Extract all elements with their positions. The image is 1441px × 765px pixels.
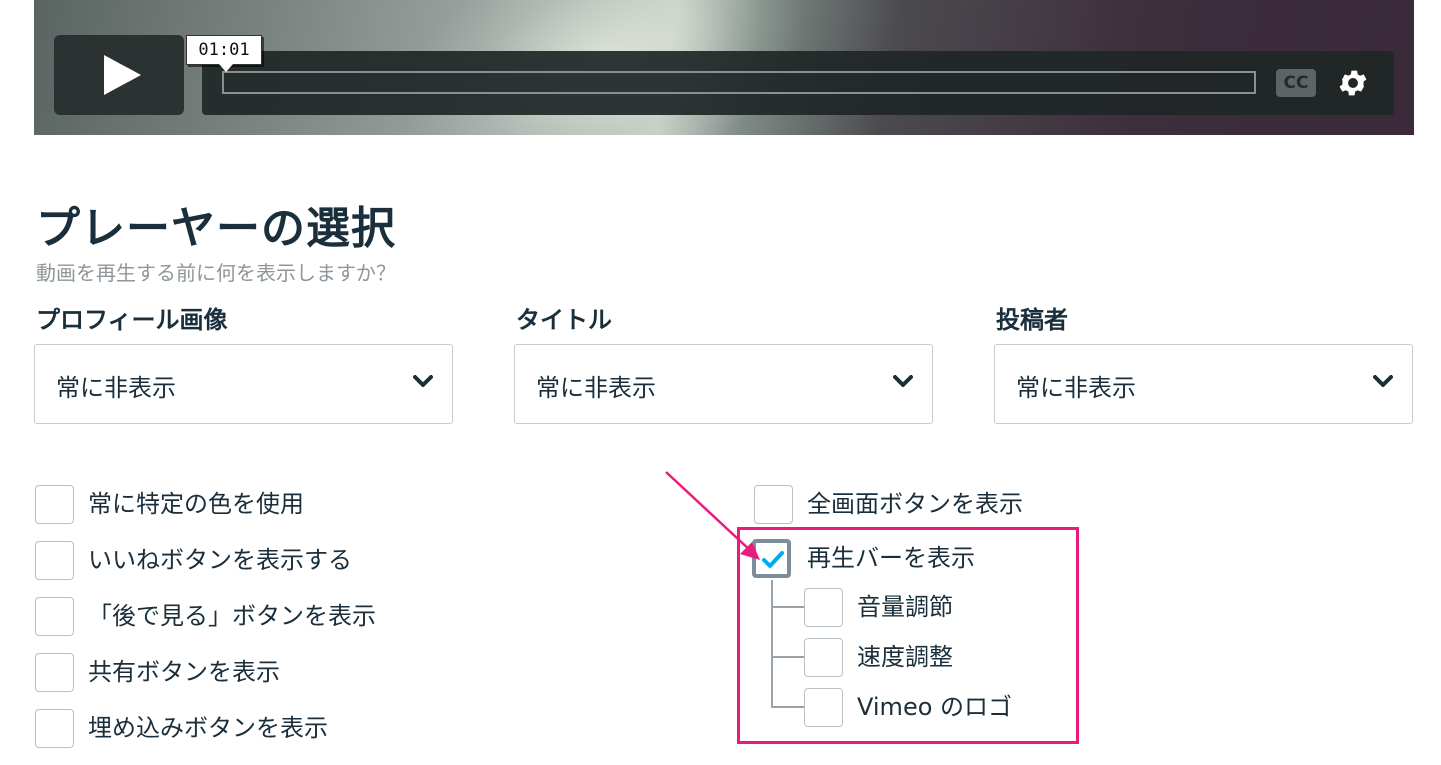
checkbox[interactable] (35, 653, 74, 692)
tree-connector (771, 706, 805, 708)
tree-connector (771, 606, 805, 608)
option-label: 音量調節 (857, 593, 953, 621)
profile-image-value: 常に非表示 (56, 374, 176, 402)
option-label: 「後で見る」ボタンを表示 (88, 602, 376, 630)
player-control-bar: CC (202, 51, 1394, 115)
checkbox[interactable] (804, 638, 843, 677)
checkbox[interactable] (754, 485, 793, 524)
checkbox[interactable] (35, 485, 74, 524)
checkbox[interactable] (804, 588, 843, 627)
profile-image-select[interactable]: 常に非表示 (34, 344, 453, 424)
page-title: プレーヤーの選択 (36, 203, 396, 254)
chevron-down-icon (413, 375, 433, 387)
progress-bar[interactable] (222, 71, 1256, 94)
checkmark-icon (762, 551, 784, 568)
title-label: タイトル (516, 306, 612, 334)
tree-connector (771, 656, 805, 658)
checkbox[interactable] (35, 541, 74, 580)
checkbox[interactable] (35, 597, 74, 636)
option-label: 全画面ボタンを表示 (807, 490, 1023, 518)
gear-icon (1339, 70, 1367, 96)
time-tooltip: 01:01 (186, 35, 262, 72)
option-label: 共有ボタンを表示 (88, 658, 280, 686)
chevron-down-icon (1373, 375, 1393, 387)
byline-select[interactable]: 常に非表示 (994, 344, 1413, 424)
settings-button[interactable] (1336, 66, 1370, 100)
byline-value: 常に非表示 (1016, 374, 1136, 402)
option-label: 速度調整 (857, 643, 953, 671)
option-label: 常に特定の色を使用 (88, 490, 304, 518)
video-player-preview: CC (34, 0, 1414, 135)
profile-image-label: プロフィール画像 (36, 306, 228, 334)
tree-connector (771, 580, 773, 707)
title-select[interactable]: 常に非表示 (514, 344, 933, 424)
play-button[interactable] (54, 35, 184, 115)
cc-button[interactable]: CC (1276, 69, 1316, 97)
option-label: 埋め込みボタンを表示 (88, 714, 328, 742)
play-icon (104, 55, 141, 95)
checkbox[interactable] (35, 709, 74, 748)
title-value: 常に非表示 (536, 374, 656, 402)
byline-label: 投稿者 (996, 306, 1068, 334)
option-label: Vimeo のロゴ (857, 693, 1013, 721)
option-label: 再生バーを表示 (807, 544, 975, 572)
chevron-down-icon (893, 375, 913, 387)
checkbox[interactable] (804, 688, 843, 727)
page-subtitle: 動画を再生する前に何を表示しますか？ (36, 261, 396, 285)
checkbox-checked[interactable] (752, 539, 791, 578)
option-label: いいねボタンを表示する (88, 546, 352, 574)
